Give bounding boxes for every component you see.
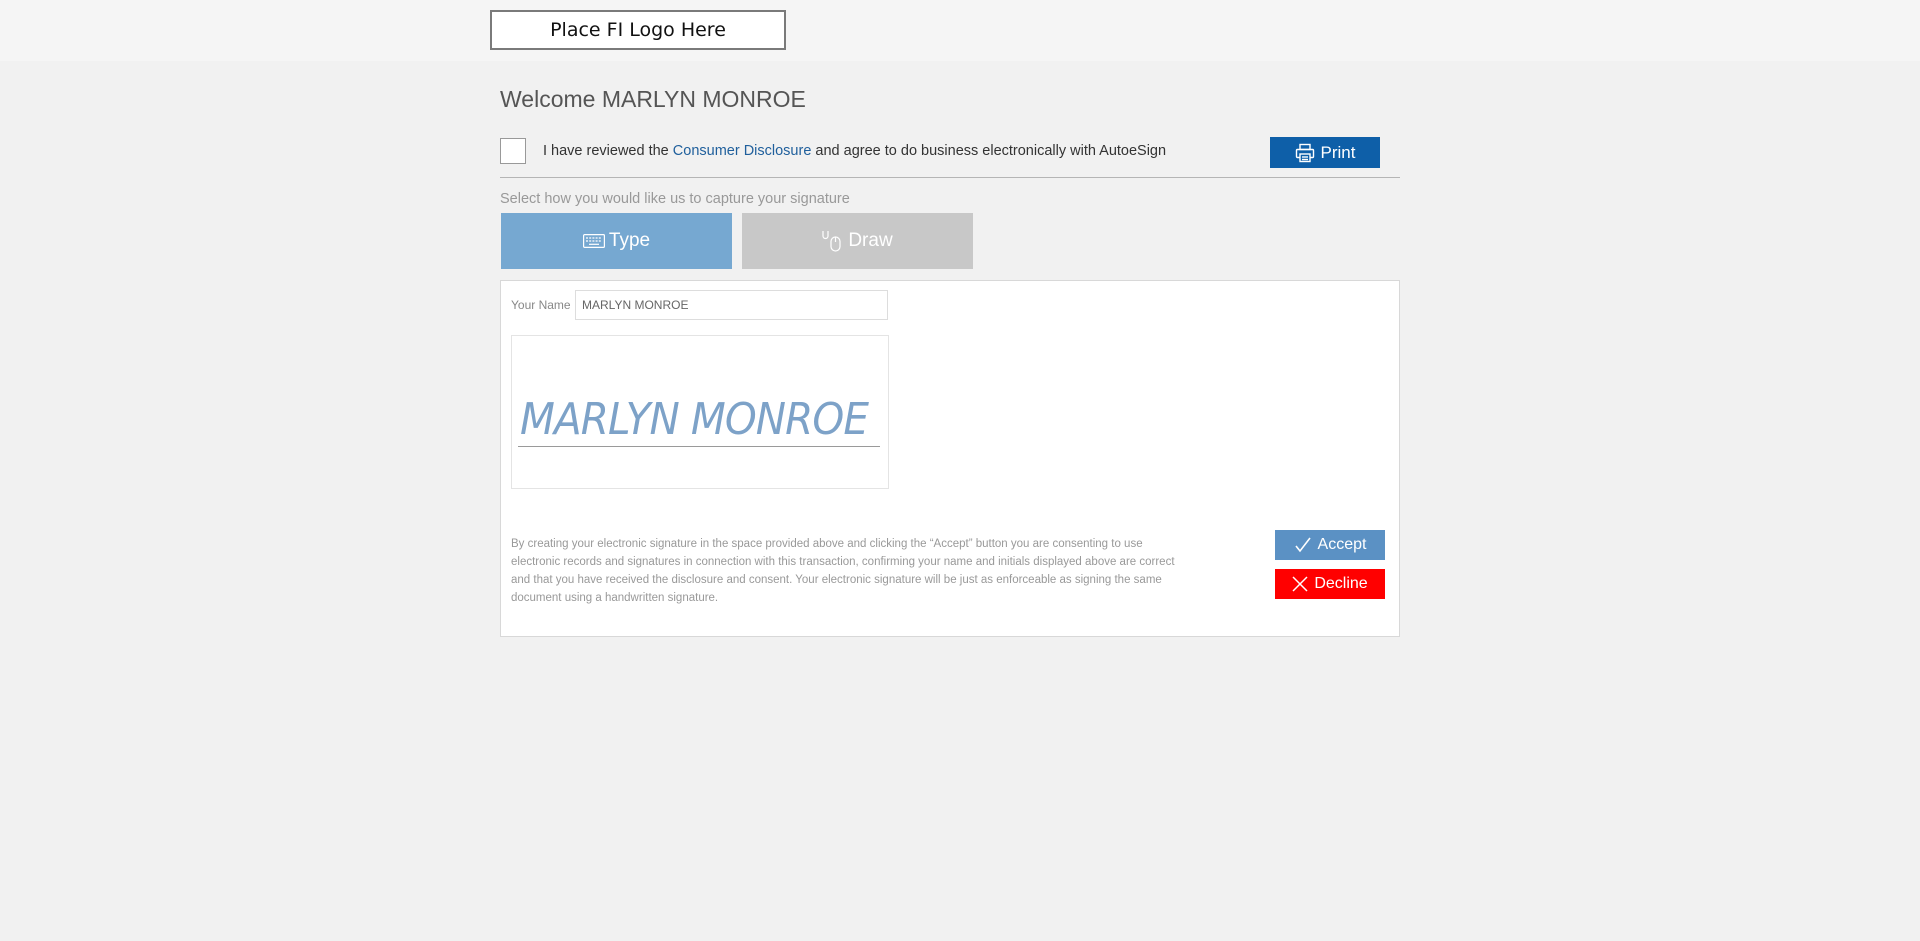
printer-icon — [1295, 143, 1315, 163]
signature-preview-text: MARLYN MONROE — [520, 394, 869, 445]
tab-draw-label: Draw — [848, 230, 893, 251]
consent-text-prefix: I have reviewed the — [543, 143, 673, 159]
decline-button-label: Decline — [1314, 575, 1368, 592]
welcome-heading: Welcome MARLYN MONROE — [500, 86, 806, 112]
signature-preview-box: MARLYN MONROE — [511, 335, 889, 489]
signature-panel: Your Name MARLYN MONROE By creating your… — [500, 280, 1400, 637]
tab-type-label: Type — [608, 230, 651, 251]
mouse-icon — [822, 229, 844, 253]
consent-checkbox[interactable] — [500, 138, 526, 164]
your-name-input[interactable] — [575, 290, 888, 320]
legal-consent-text: By creating your electronic signature in… — [511, 538, 1175, 604]
your-name-label: Your Name — [511, 298, 571, 312]
tab-draw[interactable]: Draw — [742, 213, 973, 269]
close-icon — [1292, 576, 1308, 592]
signature-line — [518, 446, 880, 447]
capture-method-label: Select how you would like us to capture … — [500, 191, 850, 207]
tab-type[interactable]: Type — [501, 213, 732, 269]
keyboard-icon — [582, 234, 605, 248]
logo-placeholder: Place FI Logo Here — [490, 10, 786, 50]
print-button-label: Print — [1320, 142, 1356, 162]
consumer-disclosure-link[interactable]: Consumer Disclosure — [673, 143, 812, 159]
divider — [500, 177, 1400, 178]
top-header-bar: Place FI Logo Here — [0, 0, 1920, 61]
checkmark-icon — [1294, 536, 1312, 554]
consent-text-suffix: and agree to do business electronically … — [811, 143, 1167, 159]
accept-button[interactable]: Accept — [1275, 530, 1385, 560]
consent-row: I have reviewed the Consumer Disclosure … — [500, 137, 1400, 165]
print-button[interactable]: Print — [1270, 137, 1380, 168]
accept-button-label: Accept — [1317, 536, 1367, 553]
decline-button[interactable]: Decline — [1275, 569, 1385, 599]
consent-text: I have reviewed the Consumer Disclosure … — [543, 143, 1166, 159]
